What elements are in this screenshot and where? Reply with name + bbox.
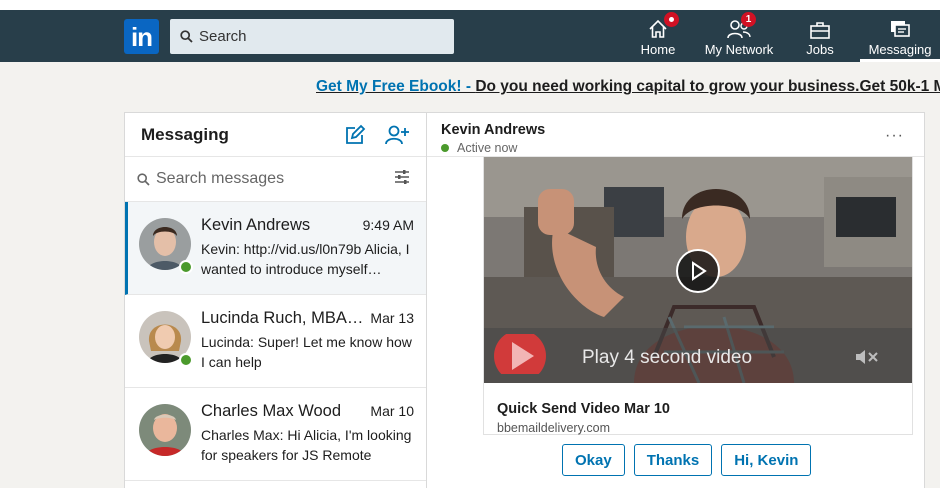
nav-home-label: Home (640, 42, 676, 57)
filter-button[interactable] (394, 169, 410, 189)
nav-jobs[interactable]: Jobs (800, 10, 840, 62)
nav-messaging[interactable]: Messaging (860, 10, 940, 62)
search-icon (180, 30, 193, 43)
play-icon (692, 261, 707, 281)
home-notification-badge (664, 12, 679, 27)
online-status-dot (441, 144, 449, 152)
more-options-icon[interactable]: ··· (885, 127, 904, 145)
chat-header: Kevin Andrews Active now ··· (427, 113, 924, 157)
nav-my-network-label: My Network (704, 42, 774, 57)
search-icon (137, 172, 150, 186)
conversation-item[interactable]: Lucinda Ruch, MBA, I… Mar 13 Lucinda: Su… (125, 295, 426, 388)
quick-reply-hi-kevin-button[interactable]: Hi, Kevin (721, 444, 812, 476)
nav-jobs-label: Jobs (806, 42, 834, 57)
conversation-snippet: Lucinda: Super! Let me know how I can he… (201, 334, 412, 370)
conversation-time: 9:49 AM (362, 217, 414, 233)
video-thumbnail[interactable]: Play 4 second video (484, 157, 912, 383)
briefcase-icon (810, 22, 830, 39)
filter-sliders-icon (395, 169, 409, 184)
chat-status-text: Active now (457, 141, 518, 155)
add-person-icon (385, 125, 409, 144)
conversation-name: Charles Max Wood (201, 402, 342, 420)
messages-search[interactable] (125, 157, 426, 202)
messaging-list-panel: Messaging Kevin Andrews 9:49 AM Kevin: h… (124, 112, 427, 488)
messaging-title: Messaging (141, 124, 229, 144)
nav-my-network[interactable]: 1 My Network (703, 10, 775, 62)
chat-icon (891, 21, 910, 37)
nav-home[interactable]: Home (638, 10, 679, 62)
video-share-card[interactable]: Play 4 second video Quick Send Video Mar… (483, 157, 913, 435)
video-card-domain: bbemaildelivery.com (497, 421, 611, 435)
quick-reply-thanks-button[interactable]: Thanks (633, 444, 713, 476)
top-navbar: in Home 1 My Network Jobs Messaging (0, 10, 940, 62)
red-play-icon[interactable] (490, 330, 548, 382)
compose-message-button[interactable] (342, 122, 368, 148)
compose-icon (346, 124, 366, 144)
new-group-button[interactable] (384, 122, 410, 148)
nav-messaging-label: Messaging (868, 42, 932, 57)
conversation-time: Mar 10 (370, 403, 414, 419)
online-status-dot (179, 353, 193, 367)
quick-reply-okay-button[interactable]: Okay (562, 444, 625, 476)
conversation-snippet: Charles Max: Hi Alicia, I'm looking for … (201, 427, 412, 463)
conversation-item[interactable]: Kevin Andrews 9:49 AM Kevin: http://vid.… (125, 202, 426, 295)
network-notification-badge: 1 (741, 12, 756, 27)
promo-banner[interactable]: Get My Free Ebook! - Do you need working… (316, 78, 940, 96)
conversation-panel: Kevin Andrews Active now ··· Play 4 seco… (426, 112, 925, 488)
video-overlay-text: Play 4 second video (582, 347, 753, 368)
mute-icon[interactable] (854, 348, 880, 371)
promo-link[interactable]: Get My Free Ebook! - (316, 78, 475, 95)
promo-text[interactable]: Do you need working capital to grow your… (475, 78, 940, 95)
messages-search-input[interactable] (156, 170, 376, 188)
avatar[interactable] (139, 404, 191, 456)
global-search[interactable] (170, 19, 454, 54)
conversation-name: Kevin Andrews (201, 216, 311, 234)
messaging-header: Messaging (125, 113, 426, 157)
avatar-charles-image (139, 404, 191, 456)
chat-contact-name[interactable]: Kevin Andrews (441, 122, 910, 138)
online-status-dot (179, 260, 193, 274)
window-top-strip (0, 0, 940, 10)
conversation-time: Mar 13 (370, 310, 414, 326)
conversation-item[interactable]: Charles Max Wood Mar 10 Charles Max: Hi … (125, 388, 426, 481)
conversation-name: Lucinda Ruch, MBA, I… (201, 309, 365, 327)
chat-status: Active now (441, 141, 910, 155)
conversation-snippet: Kevin: http://vid.us/l0n79b Alicia, I wa… (201, 241, 410, 277)
linkedin-logo[interactable]: in (124, 19, 159, 54)
video-card-title[interactable]: Quick Send Video Mar 10 (497, 401, 912, 417)
global-search-input[interactable] (199, 28, 439, 45)
play-button[interactable] (676, 249, 720, 293)
quick-replies: Okay Thanks Hi, Kevin (562, 444, 820, 476)
